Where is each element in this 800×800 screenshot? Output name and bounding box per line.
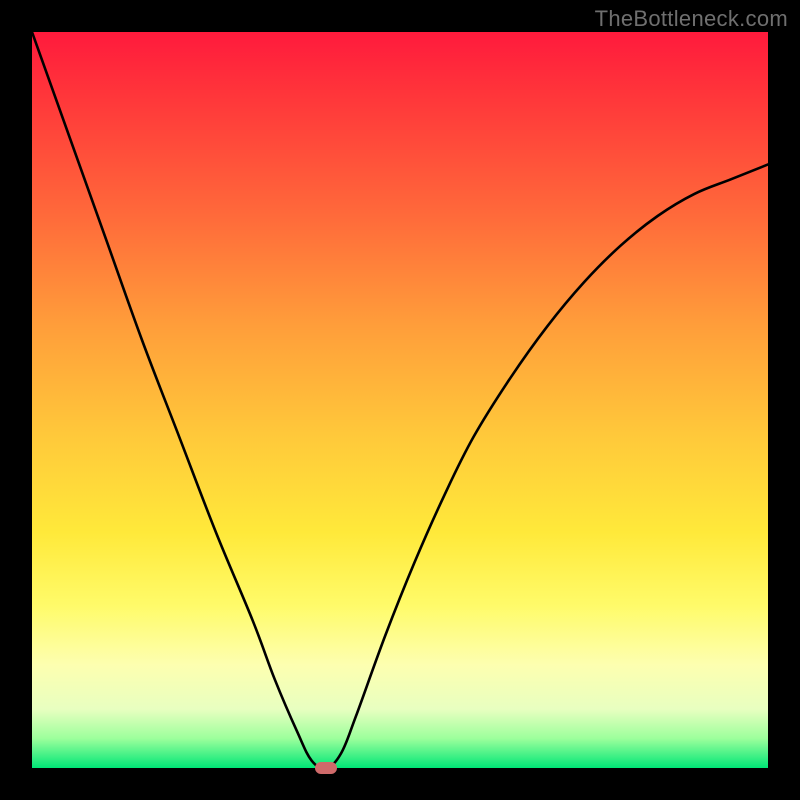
optimal-marker	[315, 762, 337, 774]
chart-frame: TheBottleneck.com	[0, 0, 800, 800]
plot-area	[32, 32, 768, 768]
bottleneck-curve	[32, 32, 768, 768]
watermark-text: TheBottleneck.com	[595, 6, 788, 32]
